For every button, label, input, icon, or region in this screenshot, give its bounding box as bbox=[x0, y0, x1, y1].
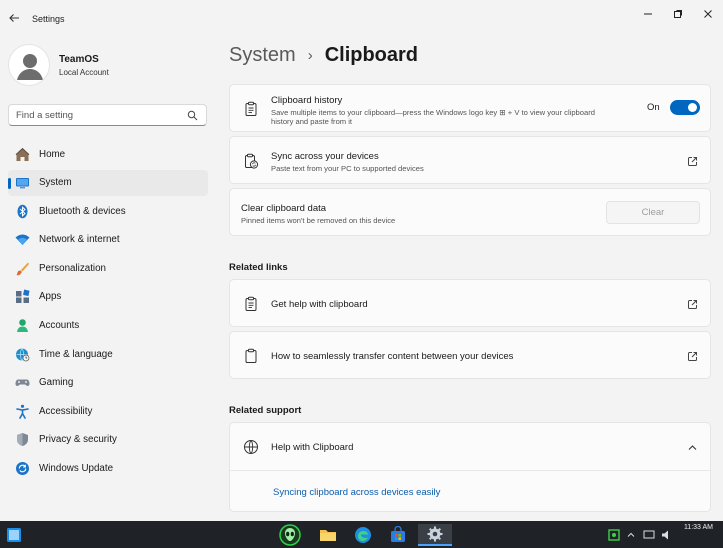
profile-name: TeamOS bbox=[59, 54, 99, 65]
accessibility-icon bbox=[14, 403, 30, 419]
shield-icon bbox=[14, 432, 30, 448]
search-input[interactable]: Find a setting bbox=[16, 110, 73, 121]
tray-chevron-icon[interactable] bbox=[624, 524, 638, 546]
wifi-icon bbox=[14, 232, 30, 248]
sidebar-item-label: Accounts bbox=[39, 320, 80, 332]
page-title: Clipboard bbox=[324, 44, 419, 66]
maximize-button[interactable] bbox=[668, 6, 688, 22]
search-icon[interactable] bbox=[187, 110, 198, 121]
clipboard-history-title: Clipboard history bbox=[271, 95, 343, 106]
related-link-label: How to seamlessly transfer content betwe… bbox=[271, 351, 514, 362]
app-title: Settings bbox=[32, 14, 65, 24]
sidebar-item-label: System bbox=[39, 177, 72, 189]
sidebar-item-gaming[interactable]: Gaming bbox=[8, 370, 208, 396]
sidebar-item-time-language[interactable]: Time & language bbox=[8, 341, 208, 367]
external-link-icon bbox=[687, 156, 698, 167]
settings-taskbar-icon[interactable] bbox=[418, 524, 452, 546]
sidebar-item-label: Time & language bbox=[39, 348, 113, 360]
edge-browser-icon[interactable] bbox=[352, 524, 374, 546]
taskbar: 11:33 AM bbox=[0, 521, 723, 548]
external-link-icon bbox=[687, 299, 698, 310]
tray-network-icon[interactable] bbox=[641, 524, 657, 546]
globe-icon bbox=[243, 439, 259, 455]
clear-title: Clear clipboard data bbox=[241, 203, 327, 214]
user-profile[interactable]: TeamOS Local Account bbox=[8, 44, 208, 88]
help-link[interactable]: Syncing clipboard across devices easily bbox=[273, 487, 440, 498]
bluetooth-icon bbox=[14, 203, 30, 219]
sidebar-item-windows-update[interactable]: Windows Update bbox=[8, 456, 208, 482]
external-link-icon bbox=[687, 351, 698, 362]
related-links-heading: Related links bbox=[229, 262, 288, 273]
start-button[interactable] bbox=[3, 524, 25, 546]
related-link-item[interactable]: How to seamlessly transfer content betwe… bbox=[229, 331, 711, 379]
alien-app-icon[interactable] bbox=[277, 524, 303, 546]
tray-security-icon[interactable] bbox=[606, 524, 622, 546]
sidebar-item-label: Accessibility bbox=[39, 405, 93, 417]
back-arrow-icon[interactable] bbox=[6, 10, 22, 26]
sidebar-item-bluetooth[interactable]: Bluetooth & devices bbox=[8, 198, 208, 224]
breadcrumb-parent[interactable]: System bbox=[229, 44, 296, 67]
gamepad-icon bbox=[14, 375, 30, 391]
account-type: Local Account bbox=[59, 68, 109, 77]
sidebar-nav: Home System Bluetooth & devices Network … bbox=[8, 141, 208, 484]
sidebar-item-privacy[interactable]: Privacy & security bbox=[8, 427, 208, 453]
breadcrumb: System › Clipboard bbox=[229, 44, 418, 67]
help-with-clipboard-card: Help with Clipboard Syncing clipboard ac… bbox=[229, 422, 711, 512]
related-link-item[interactable]: Get help with clipboard bbox=[229, 279, 711, 327]
clipboard-history-description: Save multiple items to your clipboard—pr… bbox=[271, 108, 595, 126]
sidebar-item-label: Network & internet bbox=[39, 234, 120, 246]
clipboard-icon bbox=[243, 348, 259, 364]
sync-title: Sync across your devices bbox=[271, 151, 379, 162]
clear-button[interactable]: Clear bbox=[606, 201, 700, 224]
breadcrumb-separator: › bbox=[307, 47, 313, 64]
help-expander-header[interactable]: Help with Clipboard bbox=[230, 423, 710, 471]
sidebar-item-label: Bluetooth & devices bbox=[39, 205, 126, 217]
search-box[interactable]: Find a setting bbox=[8, 104, 207, 126]
sidebar-item-home[interactable]: Home bbox=[8, 141, 208, 167]
sidebar-item-accounts[interactable]: Accounts bbox=[8, 313, 208, 339]
tray-volume-icon[interactable] bbox=[659, 524, 675, 546]
clipboard-icon bbox=[243, 101, 259, 117]
sync-devices-card[interactable]: Sync across your devices Paste text from… bbox=[229, 136, 711, 184]
sidebar-item-label: Personalization bbox=[39, 262, 106, 274]
store-icon[interactable] bbox=[387, 524, 409, 546]
file-explorer-icon[interactable] bbox=[317, 524, 339, 546]
toggle-state-label: On bbox=[647, 102, 660, 113]
related-link-label: Get help with clipboard bbox=[271, 299, 368, 310]
clipboard-history-toggle[interactable] bbox=[670, 100, 700, 115]
minimize-button[interactable] bbox=[638, 6, 658, 22]
avatar bbox=[8, 44, 50, 86]
title-bar: Settings bbox=[0, 0, 723, 38]
accounts-icon bbox=[14, 318, 30, 334]
sidebar-item-accessibility[interactable]: Accessibility bbox=[8, 398, 208, 424]
globe-clock-icon bbox=[14, 346, 30, 362]
sidebar-item-label: Windows Update bbox=[39, 463, 114, 475]
close-button[interactable] bbox=[698, 6, 718, 22]
sidebar-item-apps[interactable]: Apps bbox=[8, 284, 208, 310]
clear-description: Pinned items won't be removed on this de… bbox=[241, 216, 396, 225]
clipboard-icon bbox=[243, 296, 259, 312]
related-support-heading: Related support bbox=[229, 405, 302, 416]
sidebar-item-label: Gaming bbox=[39, 377, 74, 389]
system-icon bbox=[14, 175, 30, 191]
sidebar-item-label: Home bbox=[39, 148, 66, 160]
help-title: Help with Clipboard bbox=[271, 442, 354, 453]
chevron-up-icon[interactable] bbox=[687, 442, 698, 453]
taskbar-clock[interactable]: 11:33 AM bbox=[684, 524, 713, 531]
sync-description: Paste text from your PC to supported dev… bbox=[271, 164, 424, 173]
sidebar-item-network[interactable]: Network & internet bbox=[8, 227, 208, 253]
clipboard-history-card: Clipboard history Save multiple items to… bbox=[229, 84, 711, 132]
sidebar-item-system[interactable]: System bbox=[8, 169, 208, 196]
sidebar-item-label: Privacy & security bbox=[39, 434, 117, 446]
home-icon bbox=[14, 146, 30, 162]
clear-clipboard-card: Clear clipboard data Pinned items won't … bbox=[229, 188, 711, 236]
sidebar-item-personalization[interactable]: Personalization bbox=[8, 255, 208, 281]
apps-icon bbox=[14, 289, 30, 305]
clipboard-sync-icon bbox=[243, 153, 259, 169]
update-icon bbox=[14, 461, 30, 477]
sidebar-item-label: Apps bbox=[39, 291, 62, 303]
brush-icon bbox=[14, 260, 30, 276]
